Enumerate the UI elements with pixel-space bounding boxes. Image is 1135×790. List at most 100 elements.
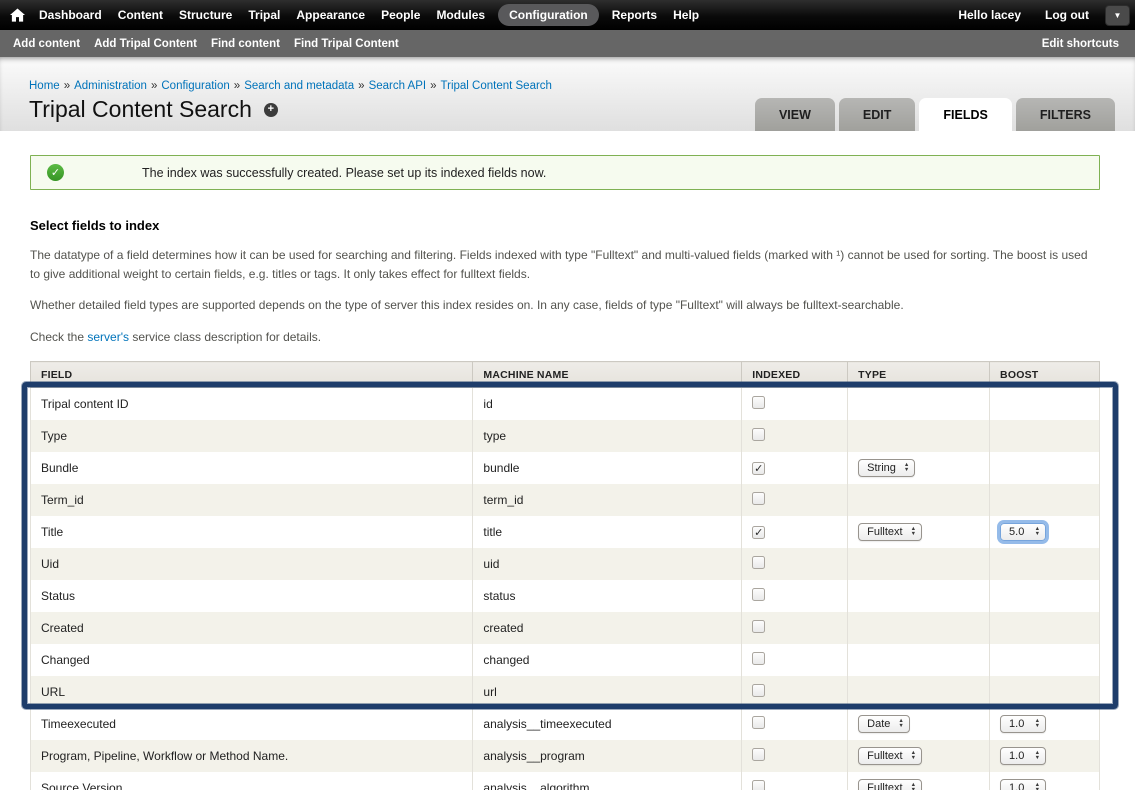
boost-cell bbox=[990, 580, 1100, 612]
column-header-indexed: INDEXED bbox=[742, 362, 848, 388]
table-row: Term_idterm_id bbox=[31, 484, 1100, 516]
shortcut-item-add-content[interactable]: Add content bbox=[6, 38, 87, 50]
indexed-checkbox[interactable] bbox=[752, 588, 765, 601]
type-select[interactable]: Fulltext▲▼ bbox=[858, 779, 922, 790]
breadcrumb-link-search-and-metadata[interactable]: Search and metadata bbox=[244, 80, 354, 92]
toolbar-item-structure[interactable]: Structure bbox=[171, 0, 240, 30]
breadcrumb-link-configuration[interactable]: Configuration bbox=[161, 80, 229, 92]
description-paragraph-3: Check the server's service class descrip… bbox=[30, 328, 1100, 347]
breadcrumb: Home»Administration»Configuration»Search… bbox=[29, 80, 1135, 92]
table-row: Source Versionanalysis__algorithmFulltex… bbox=[31, 772, 1100, 790]
breadcrumb-link-administration[interactable]: Administration bbox=[74, 80, 147, 92]
toolbar-item-appearance[interactable]: Appearance bbox=[288, 0, 373, 30]
shortcut-item-find-content[interactable]: Find content bbox=[204, 38, 287, 50]
machine-name: changed bbox=[473, 644, 742, 676]
indexed-checkbox[interactable]: ✓ bbox=[752, 462, 765, 475]
type-cell bbox=[848, 612, 990, 644]
boost-cell: 1.0▲▼ bbox=[990, 708, 1100, 740]
type-cell bbox=[848, 388, 990, 420]
indexed-checkbox[interactable] bbox=[752, 652, 765, 665]
indexed-checkbox[interactable] bbox=[752, 780, 765, 790]
description-paragraph-1: The datatype of a field determines how i… bbox=[30, 246, 1100, 283]
tab-view[interactable]: VIEW bbox=[755, 98, 835, 131]
type-select[interactable]: Date▲▼ bbox=[858, 715, 910, 733]
breadcrumb-link-search-api[interactable]: Search API bbox=[369, 80, 427, 92]
type-select[interactable]: String▲▼ bbox=[858, 459, 915, 477]
machine-name: id bbox=[473, 388, 742, 420]
machine-name: term_id bbox=[473, 484, 742, 516]
shortcut-item-find-tripal-content[interactable]: Find Tripal Content bbox=[287, 38, 406, 50]
toolbar-toggle-button[interactable]: ▼ bbox=[1105, 5, 1130, 26]
select-stepper-icon: ▲▼ bbox=[911, 751, 916, 761]
boost-cell bbox=[990, 452, 1100, 484]
shortcut-item-add-tripal-content[interactable]: Add Tripal Content bbox=[87, 38, 204, 50]
machine-name: status bbox=[473, 580, 742, 612]
indexed-checkbox[interactable] bbox=[752, 556, 765, 569]
add-shortcut-icon[interactable]: + bbox=[264, 103, 278, 117]
edit-shortcuts-link[interactable]: Edit shortcuts bbox=[1042, 38, 1119, 50]
indexed-cell bbox=[742, 708, 848, 740]
field-label: Bundle bbox=[31, 452, 473, 484]
indexed-checkbox[interactable] bbox=[752, 620, 765, 633]
boost-select[interactable]: 5.0▲▼ bbox=[1000, 523, 1046, 541]
home-icon[interactable] bbox=[10, 8, 25, 22]
indexed-checkbox[interactable] bbox=[752, 716, 765, 729]
toolbar-user-area: Hello lacey Log out bbox=[958, 0, 1089, 30]
indexed-checkbox[interactable] bbox=[752, 396, 765, 409]
admin-toolbar: DashboardContentStructureTripalAppearanc… bbox=[0, 0, 1135, 30]
table-row: Typetype bbox=[31, 420, 1100, 452]
breadcrumb-link-tripal-content-search[interactable]: Tripal Content Search bbox=[441, 80, 552, 92]
indexed-checkbox[interactable]: ✓ bbox=[752, 526, 765, 539]
server-link[interactable]: server's bbox=[87, 330, 129, 344]
field-label: Changed bbox=[31, 644, 473, 676]
table-row: Uiduid bbox=[31, 548, 1100, 580]
toolbar-item-content[interactable]: Content bbox=[110, 0, 171, 30]
indexed-checkbox[interactable] bbox=[752, 748, 765, 761]
field-label: Uid bbox=[31, 548, 473, 580]
table-row: Titletitle✓Fulltext▲▼5.0▲▼ bbox=[31, 516, 1100, 548]
indexed-checkbox[interactable] bbox=[752, 428, 765, 441]
field-label: Source Version bbox=[31, 772, 473, 790]
type-cell: Fulltext▲▼ bbox=[848, 516, 990, 548]
select-stepper-icon: ▲▼ bbox=[1035, 751, 1040, 761]
toolbar-item-reports[interactable]: Reports bbox=[604, 0, 665, 30]
machine-name: url bbox=[473, 676, 742, 708]
toolbar-item-configuration[interactable]: Configuration bbox=[498, 4, 599, 26]
table-row: URLurl bbox=[31, 676, 1100, 708]
column-header-field: FIELD bbox=[31, 362, 473, 388]
toolbar-item-help[interactable]: Help bbox=[665, 0, 707, 30]
indexed-cell bbox=[742, 548, 848, 580]
indexed-checkbox[interactable] bbox=[752, 492, 765, 505]
type-select-value: Date bbox=[867, 718, 890, 730]
type-select-value: String bbox=[867, 462, 896, 474]
logout-link[interactable]: Log out bbox=[1045, 8, 1089, 22]
tab-filters[interactable]: FILTERS bbox=[1016, 98, 1115, 131]
content-area: ✓ The index was successfully created. Pl… bbox=[0, 155, 1135, 790]
boost-select[interactable]: 1.0▲▼ bbox=[1000, 779, 1046, 790]
para3-suffix: service class description for details. bbox=[129, 330, 321, 344]
boost-select[interactable]: 1.0▲▼ bbox=[1000, 715, 1046, 733]
toolbar-item-dashboard[interactable]: Dashboard bbox=[31, 0, 110, 30]
field-label: Title bbox=[31, 516, 473, 548]
toolbar-item-people[interactable]: People bbox=[373, 0, 428, 30]
type-cell: Fulltext▲▼ bbox=[848, 772, 990, 790]
indexed-checkbox[interactable] bbox=[752, 684, 765, 697]
machine-name: uid bbox=[473, 548, 742, 580]
boost-cell bbox=[990, 676, 1100, 708]
user-greeting[interactable]: Hello lacey bbox=[958, 8, 1021, 22]
indexed-cell bbox=[742, 644, 848, 676]
machine-name: created bbox=[473, 612, 742, 644]
indexed-cell bbox=[742, 420, 848, 452]
toolbar-item-tripal[interactable]: Tripal bbox=[240, 0, 288, 30]
breadcrumb-link-home[interactable]: Home bbox=[29, 80, 60, 92]
field-label: Tripal content ID bbox=[31, 388, 473, 420]
type-select[interactable]: Fulltext▲▼ bbox=[858, 523, 922, 541]
tab-fields[interactable]: FIELDS bbox=[919, 98, 1011, 131]
toolbar-item-modules[interactable]: Modules bbox=[428, 0, 493, 30]
select-stepper-icon: ▲▼ bbox=[911, 527, 916, 537]
boost-cell bbox=[990, 388, 1100, 420]
breadcrumb-separator: » bbox=[234, 80, 240, 92]
tab-edit[interactable]: EDIT bbox=[839, 98, 915, 131]
type-select[interactable]: Fulltext▲▼ bbox=[858, 747, 922, 765]
boost-select[interactable]: 1.0▲▼ bbox=[1000, 747, 1046, 765]
